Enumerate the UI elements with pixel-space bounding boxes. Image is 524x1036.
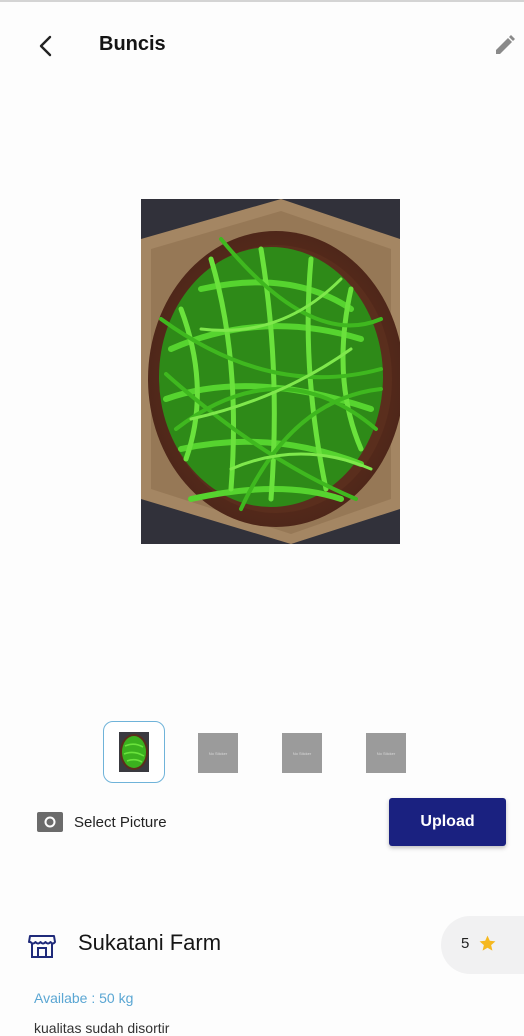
store-icon [26,930,58,962]
pencil-icon[interactable] [488,30,520,62]
star-icon [479,935,496,951]
rating-badge: 5 [441,916,524,974]
upload-button[interactable]: Upload [389,798,506,846]
thumbnail-photo [119,732,149,772]
placeholder-label: No Sticker [208,750,228,756]
page-title: Buncis [99,33,166,55]
placeholder-label: No Sticker [376,750,396,756]
rating-value: 5 [461,935,470,952]
availability-text: Availabe : 50 kg [34,990,134,1006]
product-description: kualitas sudah disortir [34,1020,170,1036]
product-photo [141,199,400,544]
camera-icon[interactable] [36,810,64,834]
thumbnail-placeholder-3[interactable]: No Sticker [282,733,322,773]
select-picture-link[interactable]: Select Picture [74,814,167,831]
thumbnail-placeholder-4[interactable]: No Sticker [366,733,406,773]
farm-name: Sukatani Farm [78,930,222,955]
placeholder-label: No Sticker [292,750,312,756]
thumbnail-placeholder-2[interactable]: No Sticker [198,733,238,773]
back-icon[interactable] [30,30,62,62]
top-divider [0,0,524,2]
thumbnail-1-selected[interactable] [103,721,165,783]
